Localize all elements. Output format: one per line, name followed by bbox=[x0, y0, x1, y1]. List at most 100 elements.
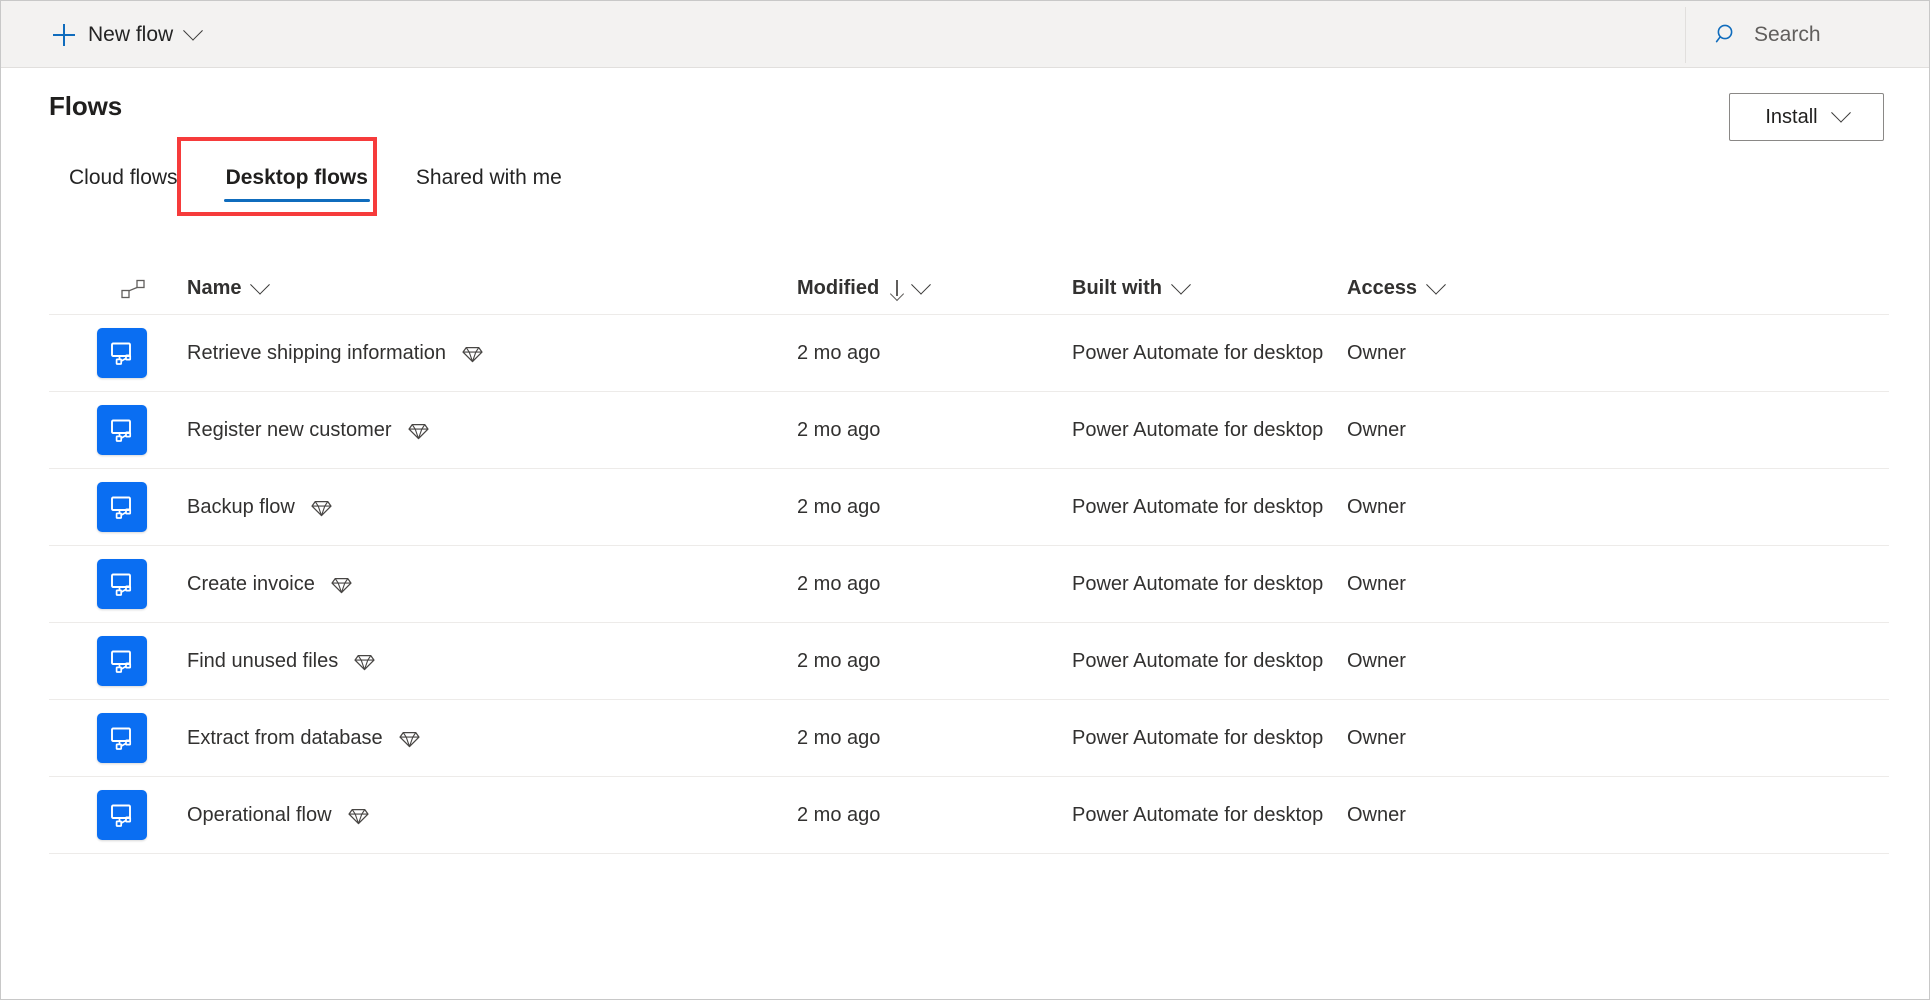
row-modified-cell: 2 mo ago bbox=[797, 418, 881, 441]
premium-diamond-icon bbox=[311, 497, 332, 518]
premium-diamond-icon bbox=[347, 805, 369, 826]
flow-name: Extract from database bbox=[187, 726, 383, 749]
command-bar: New flow Search bbox=[1, 1, 1929, 68]
desktop-flow-icon bbox=[97, 790, 147, 840]
row-name-cell[interactable]: Extract from database bbox=[187, 727, 797, 750]
tab-label: Cloud flows bbox=[69, 166, 178, 189]
chevron-down-icon bbox=[1171, 274, 1191, 295]
row-icon-cell bbox=[49, 328, 187, 378]
desktop-flow-icon bbox=[97, 559, 147, 609]
flow-name: Retrieve shipping information bbox=[187, 341, 447, 364]
row-access-cell: Owner bbox=[1347, 341, 1406, 364]
row-icon-cell bbox=[49, 790, 187, 840]
column-header-built-with[interactable]: Built with bbox=[1072, 274, 1347, 300]
row-icon-cell bbox=[49, 482, 187, 532]
chevron-down-icon bbox=[911, 274, 932, 295]
search-placeholder: Search bbox=[1754, 22, 1821, 46]
table-row[interactable]: Find unused files 2 mo ago Power Automat… bbox=[49, 623, 1889, 700]
row-modified-cell: 2 mo ago bbox=[797, 341, 881, 364]
table-row[interactable]: Extract from database 2 mo ago Power Aut… bbox=[49, 700, 1889, 777]
row-built-with-cell: Power Automate for desktop bbox=[1072, 341, 1324, 364]
row-icon-cell bbox=[49, 636, 187, 686]
row-access-cell: Owner bbox=[1347, 803, 1406, 826]
chevron-down-icon bbox=[1426, 274, 1446, 295]
table-header-row: Name Modified Built with Access bbox=[49, 263, 1889, 315]
row-name-cell[interactable]: Backup flow bbox=[187, 496, 797, 519]
desktop-flow-icon bbox=[97, 482, 147, 532]
tab-desktop-flows[interactable]: Desktop flows bbox=[202, 153, 392, 203]
install-label: Install bbox=[1765, 105, 1818, 128]
premium-diamond-icon bbox=[462, 343, 483, 364]
flows-tablist: Cloud flows Desktop flows Shared with me bbox=[45, 153, 586, 203]
plus-icon bbox=[53, 23, 75, 46]
new-flow-button[interactable]: New flow bbox=[45, 1, 208, 68]
row-built-with-cell: Power Automate for desktop bbox=[1072, 495, 1324, 518]
row-name-cell[interactable]: Retrieve shipping information bbox=[187, 342, 797, 365]
page-title: Flows bbox=[49, 91, 123, 121]
row-name-cell[interactable]: Find unused files bbox=[187, 650, 797, 673]
row-access-cell: Owner bbox=[1347, 726, 1406, 749]
tab-underline bbox=[223, 199, 370, 202]
column-header-label: Modified bbox=[797, 277, 880, 299]
table-body: Retrieve shipping information 2 mo ago P… bbox=[49, 315, 1889, 854]
column-header-label: Built with bbox=[1072, 277, 1162, 299]
table-row[interactable]: Backup flow 2 mo ago Power Automate for … bbox=[49, 469, 1889, 546]
row-access-cell: Owner bbox=[1347, 418, 1406, 441]
row-modified-cell: 2 mo ago bbox=[797, 649, 881, 672]
chevron-down-icon bbox=[1830, 102, 1851, 123]
row-name-cell[interactable]: Register new customer bbox=[187, 419, 797, 442]
tab-cloud-flows[interactable]: Cloud flows bbox=[45, 153, 202, 203]
flow-name: Register new customer bbox=[187, 418, 392, 441]
chevron-down-icon bbox=[250, 274, 271, 295]
row-access-cell: Owner bbox=[1347, 649, 1406, 672]
flow-name: Backup flow bbox=[187, 495, 295, 518]
premium-diamond-icon bbox=[354, 651, 375, 672]
column-header-name[interactable]: Name bbox=[187, 274, 797, 300]
flow-name: Operational flow bbox=[187, 803, 332, 826]
column-header-modified[interactable]: Modified bbox=[797, 274, 1072, 300]
row-name-cell[interactable]: Operational flow bbox=[187, 804, 797, 827]
row-name-cell[interactable]: Create invoice bbox=[187, 573, 797, 596]
new-flow-label: New flow bbox=[88, 22, 174, 46]
desktop-flow-icon bbox=[97, 713, 147, 763]
tab-label: Desktop flows bbox=[225, 166, 368, 189]
search-icon bbox=[1715, 23, 1738, 46]
chevron-down-icon bbox=[183, 20, 204, 41]
tab-shared-with-me[interactable]: Shared with me bbox=[392, 153, 586, 203]
tab-label: Shared with me bbox=[415, 166, 562, 189]
table-row[interactable]: Retrieve shipping information 2 mo ago P… bbox=[49, 315, 1889, 392]
flow-connector-icon bbox=[121, 279, 145, 299]
premium-diamond-icon bbox=[407, 420, 429, 441]
row-modified-cell: 2 mo ago bbox=[797, 803, 881, 826]
row-icon-cell bbox=[49, 713, 187, 763]
row-modified-cell: 2 mo ago bbox=[797, 726, 881, 749]
column-header-label: Access bbox=[1347, 277, 1418, 299]
install-button[interactable]: Install bbox=[1729, 93, 1884, 141]
sort-descending-icon bbox=[891, 280, 902, 297]
row-modified-cell: 2 mo ago bbox=[797, 572, 881, 595]
row-icon-cell bbox=[49, 559, 187, 609]
table-row[interactable]: Operational flow 2 mo ago Power Automate… bbox=[49, 777, 1889, 854]
desktop-flow-icon bbox=[97, 328, 147, 378]
column-header-label: Name bbox=[187, 277, 242, 299]
premium-diamond-icon bbox=[331, 574, 352, 595]
row-built-with-cell: Power Automate for desktop bbox=[1072, 649, 1324, 672]
table-row[interactable]: Create invoice 2 mo ago Power Automate f… bbox=[49, 546, 1889, 623]
desktop-flow-icon bbox=[97, 405, 147, 455]
row-built-with-cell: Power Automate for desktop bbox=[1072, 803, 1324, 826]
row-access-cell: Owner bbox=[1347, 495, 1406, 518]
row-modified-cell: 2 mo ago bbox=[797, 495, 881, 518]
column-header-flow-type[interactable] bbox=[49, 279, 187, 299]
table-row[interactable]: Register new customer 2 mo ago Power Aut… bbox=[49, 392, 1889, 469]
command-bar-divider bbox=[1685, 7, 1686, 63]
row-access-cell: Owner bbox=[1347, 572, 1406, 595]
flow-name: Find unused files bbox=[187, 649, 339, 672]
row-built-with-cell: Power Automate for desktop bbox=[1072, 572, 1324, 595]
flows-table: Name Modified Built with Access Retrieve… bbox=[49, 263, 1889, 854]
column-header-access[interactable]: Access bbox=[1347, 274, 1889, 300]
row-icon-cell bbox=[49, 405, 187, 455]
premium-diamond-icon bbox=[399, 728, 420, 749]
search-box[interactable]: Search bbox=[1701, 1, 1929, 68]
desktop-flow-icon bbox=[97, 636, 147, 686]
row-built-with-cell: Power Automate for desktop bbox=[1072, 418, 1324, 441]
